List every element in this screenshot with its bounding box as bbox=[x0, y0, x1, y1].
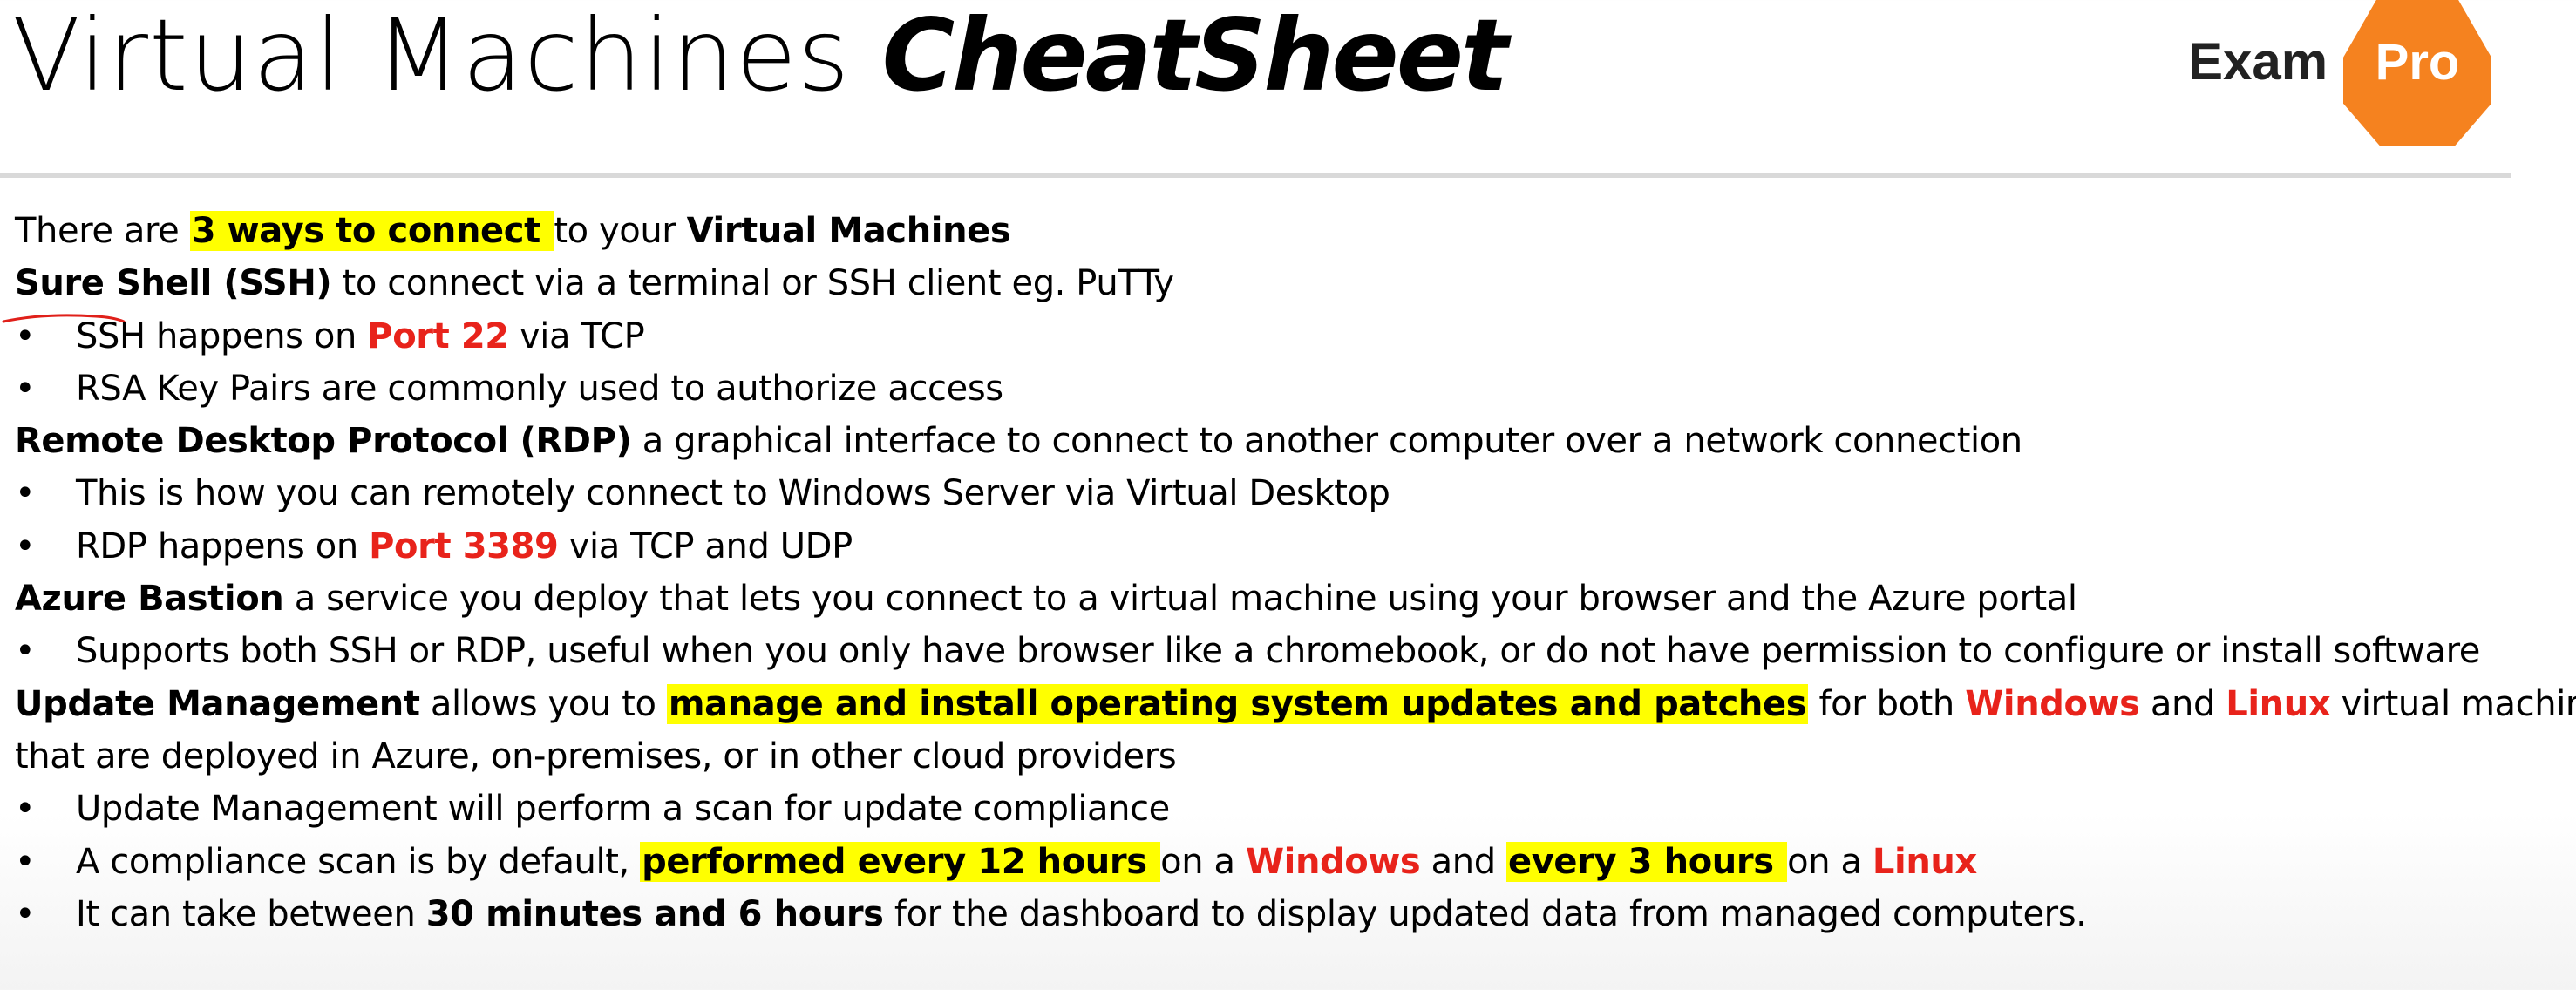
emphasis-text: Linux bbox=[1872, 841, 1977, 882]
emphasis-text: Linux bbox=[2226, 683, 2331, 724]
text-segment: virtual machines bbox=[2341, 683, 2576, 724]
bullet-item: • Update Management will perform a scan f… bbox=[15, 783, 2573, 835]
text-line: There are 3 ways to connect to your Virt… bbox=[15, 205, 2573, 257]
bullet-icon: • bbox=[15, 841, 36, 882]
text-segment: on a bbox=[1787, 841, 1873, 882]
bullet-item: • Supports both SSH or RDP, useful when y… bbox=[15, 625, 2573, 677]
bullet-item: • A compliance scan is by default, perfor… bbox=[15, 836, 2573, 888]
bold-text: Azure Bastion bbox=[15, 579, 284, 620]
text-segment: to your bbox=[554, 211, 687, 251]
text-segment: RSA Key Pairs are commonly used to autho… bbox=[76, 368, 1003, 409]
text-segment: on a bbox=[1160, 841, 1246, 882]
header-divider bbox=[0, 173, 2511, 178]
text-segment: for both bbox=[1808, 683, 1966, 724]
text-segment: A compliance scan is by default, bbox=[76, 841, 641, 882]
cheatsheet-body: There are 3 ways to connect to your Virt… bbox=[15, 205, 2576, 940]
bold-text: Update Management bbox=[15, 683, 420, 724]
bold-text: Sure Shell (SSH) bbox=[15, 263, 332, 304]
text-segment: It can take between bbox=[76, 893, 426, 934]
bullet-icon: • bbox=[15, 368, 36, 409]
logo-exam-text: Exam bbox=[2188, 32, 2328, 91]
highlighted-text: manage and install operating system upda… bbox=[666, 683, 1809, 724]
text-line: Update Management allows you to manage a… bbox=[15, 678, 2576, 730]
emphasis-text: Port 3389 bbox=[369, 526, 559, 566]
highlighted-text: performed every 12 hours bbox=[640, 841, 1161, 882]
bullet-item: • RSA Key Pairs are commonly used to auth… bbox=[15, 363, 2573, 415]
bullet-item: • RDP happens on Port 3389 via TCP and UD… bbox=[15, 520, 2573, 573]
page-title: Virtual Machines CheatSheet bbox=[12, 0, 1509, 113]
text-segment: allows you to bbox=[419, 683, 667, 724]
bullet-icon: • bbox=[15, 315, 36, 356]
emphasis-text: Windows bbox=[1245, 841, 1421, 882]
emphasis-text: Windows bbox=[1965, 683, 2140, 724]
bold-text: 30 minutes and 6 hours bbox=[425, 893, 884, 934]
text-line: Sure Shell (SSH) to connect via a termin… bbox=[15, 257, 2573, 309]
text-segment: Update Management will perform a scan fo… bbox=[76, 789, 1170, 830]
bullet-item: • SSH happens on Port 22 via TCP bbox=[15, 310, 2573, 363]
text-segment: This is how you can remotely connect to … bbox=[76, 473, 1390, 514]
bold-text: Virtual Machines bbox=[686, 211, 1011, 251]
slide-header: Virtual Machines CheatSheet Exam Pro bbox=[0, 0, 2576, 179]
text-segment: a graphical interface to connect to anot… bbox=[631, 421, 2022, 462]
emphasis-text: Port 22 bbox=[367, 315, 509, 356]
text-line: Azure Bastion a service you deploy that … bbox=[15, 573, 2573, 625]
text-segment: and bbox=[2139, 683, 2226, 724]
text-segment: RDP happens on bbox=[76, 526, 370, 566]
text-segment: to connect via a terminal or SSH client … bbox=[331, 263, 1174, 304]
title-light: Virtual Machines bbox=[12, 0, 851, 113]
text-segment: via TCP bbox=[508, 315, 645, 356]
bold-text: Remote Desktop Protocol (RDP) bbox=[15, 421, 632, 462]
highlighted-text: every 3 hours bbox=[1506, 841, 1788, 882]
title-bold: CheatSheet bbox=[881, 0, 1509, 113]
text-segment: SSH happens on bbox=[76, 315, 368, 356]
text-line: Remote Desktop Protocol (RDP) a graphica… bbox=[15, 415, 2573, 467]
highlighted-text: 3 ways to connect bbox=[189, 211, 554, 251]
text-segment: via TCP and UDP bbox=[558, 526, 853, 566]
bullet-icon: • bbox=[15, 473, 36, 514]
text-line: that are deployed in Azure, on-premises,… bbox=[15, 730, 2573, 783]
text-segment: Supports both SSH or RDP, useful when yo… bbox=[76, 631, 2481, 672]
text-segment: a service you deploy that lets you conne… bbox=[283, 579, 2077, 620]
bullet-item: • It can take between 30 minutes and 6 ho… bbox=[15, 888, 2573, 940]
text-segment: for the dashboard to display updated dat… bbox=[883, 893, 2087, 934]
text-segment: and bbox=[1420, 841, 1507, 882]
text-segment: There are bbox=[15, 211, 190, 251]
exampro-logo: Exam Pro bbox=[2188, 0, 2493, 148]
bullet-icon: • bbox=[15, 526, 36, 566]
bullet-icon: • bbox=[15, 893, 36, 934]
text-segment: that are deployed in Azure, on-premises,… bbox=[15, 736, 1177, 776]
bullet-icon: • bbox=[15, 631, 36, 672]
bullet-icon: • bbox=[15, 789, 36, 830]
hexagon-icon: Pro bbox=[2343, 0, 2491, 146]
logo-pro-text: Pro bbox=[2375, 34, 2460, 91]
bullet-item: • This is how you can remotely connect to… bbox=[15, 467, 2573, 519]
